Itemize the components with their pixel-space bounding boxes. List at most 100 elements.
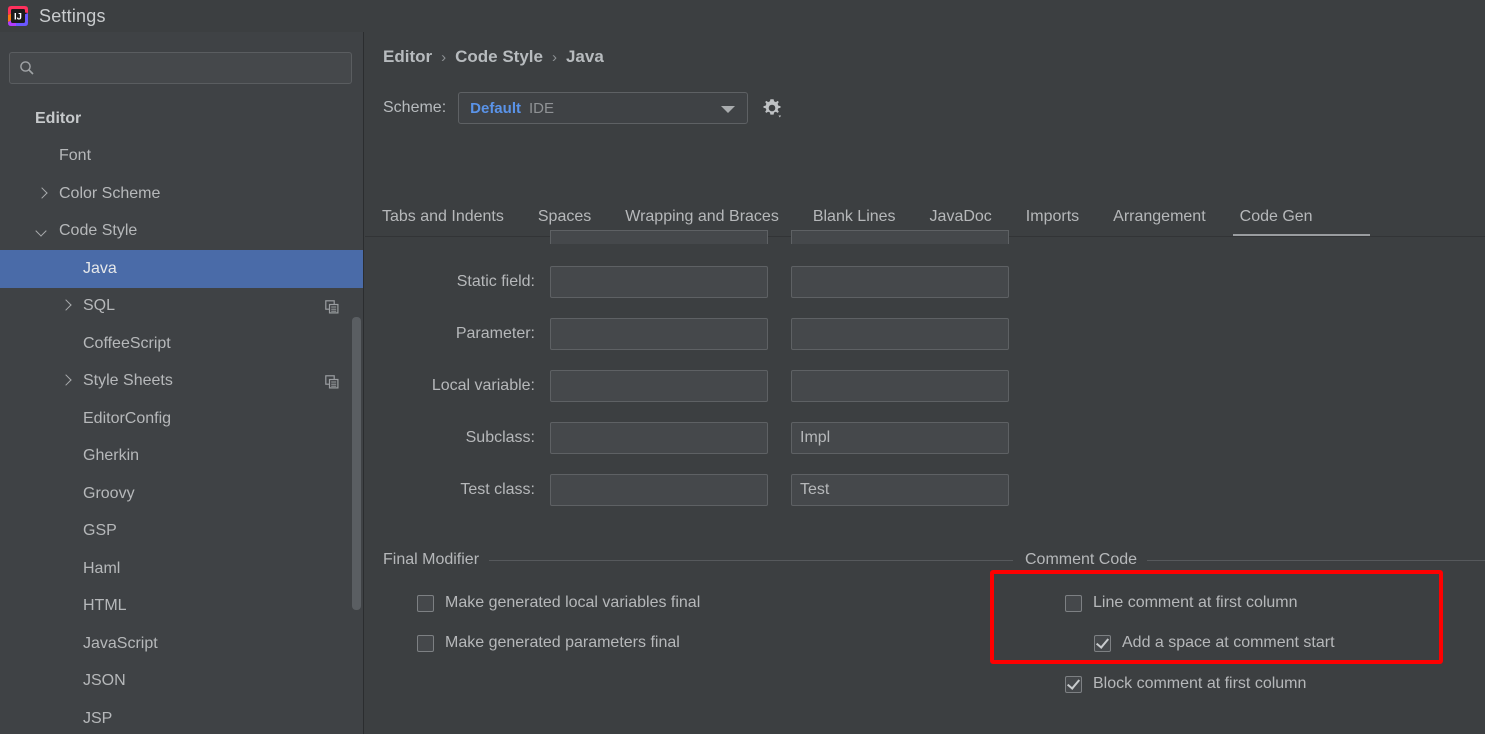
scheme-label: Scheme: — [383, 99, 447, 116]
prefix-input[interactable] — [550, 474, 768, 506]
svg-text:IJ: IJ — [14, 12, 22, 23]
sidebar-scrollbar-thumb[interactable] — [352, 317, 361, 610]
checkbox-make-generated-parameters-final[interactable]: Make generated parameters final — [417, 634, 680, 652]
checkbox-indicator[interactable] — [1065, 675, 1082, 693]
checkbox-make-generated-local-variables-final[interactable]: Make generated local variables final — [417, 594, 700, 612]
checkbox-line-comment-at-first-column[interactable]: Line comment at first column — [1065, 594, 1298, 612]
field-label: Parameter: — [455, 325, 535, 342]
checkbox-indicator[interactable] — [417, 634, 434, 652]
sidebar-item-groovy[interactable]: Groovy — [0, 475, 363, 513]
sidebar-item-html[interactable]: HTML — [0, 588, 363, 626]
prefix-input[interactable] — [550, 422, 768, 454]
field-label: Subclass: — [465, 429, 535, 446]
sidebar-item-jsp[interactable]: JSP — [0, 700, 363, 734]
sidebar-item-haml[interactable]: Haml — [0, 550, 363, 588]
copy-scheme-icon[interactable] — [325, 299, 339, 314]
prefix-input[interactable] — [550, 370, 768, 402]
scheme-name: Default — [470, 99, 521, 117]
copy-scheme-icon[interactable] — [325, 374, 339, 389]
tab-code-gen[interactable]: Code Gen — [1223, 197, 1370, 236]
window-title: Settings — [39, 5, 106, 26]
suffix-input[interactable] — [791, 422, 1009, 454]
checkbox-add-a-space-at-comment-start[interactable]: Add a space at comment start — [1094, 634, 1335, 652]
field-label: Local variable: — [431, 377, 535, 394]
chevron-down-icon[interactable] — [721, 106, 736, 113]
sidebar-item-label: Haml — [83, 559, 121, 577]
group-divider-line — [489, 559, 1013, 561]
sidebar-item-style-sheets[interactable]: Style Sheets — [0, 363, 363, 401]
sidebar-item-editor[interactable]: Editor — [0, 100, 363, 138]
sidebar-item-sql[interactable]: SQL — [0, 288, 363, 326]
sidebar-item-label: Color Scheme — [59, 184, 161, 202]
checkbox-block-comment-at-first-column[interactable]: Block comment at first column — [1065, 675, 1306, 693]
sidebar-item-label: Gherkin — [83, 447, 140, 465]
sidebar-item-color-scheme[interactable]: Color Scheme — [0, 175, 363, 213]
suffix-input[interactable] — [791, 266, 1009, 298]
sidebar-item-label: JavaScript — [83, 634, 158, 652]
sidebar-item-coffeescript[interactable]: CoffeeScript — [0, 325, 363, 363]
scheme-scope: IDE — [528, 99, 554, 117]
sidebar-item-label: SQL — [83, 297, 116, 315]
suffix-input[interactable] — [791, 370, 1009, 402]
field-row: Parameter: — [365, 308, 1025, 360]
group-divider-line — [1147, 559, 1485, 561]
checkbox-indicator[interactable] — [1094, 634, 1111, 652]
search-icon — [19, 60, 35, 76]
checkbox-indicator[interactable] — [1065, 594, 1082, 612]
chevron-right-icon[interactable] — [60, 375, 72, 387]
gear-icon[interactable] — [760, 96, 784, 120]
sidebar-item-gherkin[interactable]: Gherkin — [0, 438, 363, 476]
breadcrumb-item-code-style[interactable]: Code Style — [455, 47, 543, 67]
breadcrumb-separator: › — [551, 48, 557, 66]
field-row: Local variable: — [365, 360, 1025, 412]
sidebar-item-editorconfig[interactable]: EditorConfig — [0, 400, 363, 438]
tab-label: Tabs and Indents — [382, 208, 504, 225]
sidebar-item-font[interactable]: Font — [0, 138, 363, 176]
sidebar-item-gsp[interactable]: GSP — [0, 513, 363, 551]
sidebar-item-label: JSP — [83, 709, 113, 727]
chevron-down-icon[interactable] — [36, 225, 48, 237]
sidebar-item-code-style[interactable]: Code Style — [0, 213, 363, 251]
sidebar-item-label: Code Style — [59, 222, 138, 240]
breadcrumb-item-java[interactable]: Java — [566, 47, 604, 67]
comment-code-group-header: Comment Code — [1025, 551, 1485, 569]
sidebar-item-label: GSP — [83, 522, 117, 540]
chevron-right-icon[interactable] — [60, 300, 72, 312]
clipped-suffix-input[interactable] — [791, 230, 1009, 244]
sidebar-item-label: Java — [83, 259, 117, 277]
search-input[interactable] — [35, 54, 351, 82]
checkbox-label: Add a space at comment start — [1122, 634, 1335, 651]
scheme-combobox[interactable]: Default IDE — [458, 92, 749, 124]
sidebar-item-label: JSON — [83, 672, 126, 690]
chevron-right-icon[interactable] — [36, 188, 48, 200]
suffix-input[interactable] — [791, 318, 1009, 350]
prefix-input[interactable] — [550, 318, 768, 350]
tab-imports[interactable]: Imports — [1009, 197, 1096, 236]
suffix-input[interactable] — [791, 474, 1009, 506]
final-modifier-title: Final Modifier — [383, 551, 480, 568]
tab-label: Imports — [1025, 208, 1080, 225]
field-label: Test class: — [460, 481, 535, 498]
field-row: Subclass: — [365, 412, 1025, 464]
tab-arrangement[interactable]: Arrangement — [1096, 197, 1223, 236]
tab-label: Arrangement — [1113, 208, 1206, 225]
sidebar-item-label: Groovy — [83, 484, 135, 502]
breadcrumb-item-editor[interactable]: Editor — [383, 47, 432, 67]
checkbox-indicator[interactable] — [417, 594, 434, 612]
code-generation-form: Static field: Parameter: Local variable: Su… — [365, 230, 1485, 734]
sidebar-item-javascript[interactable]: JavaScript — [0, 625, 363, 663]
title-bar: IJ Settings — [0, 0, 1485, 32]
sidebar-item-json[interactable]: JSON — [0, 663, 363, 701]
sidebar-item-label: Font — [59, 147, 92, 165]
breadcrumb-separator: › — [441, 48, 447, 66]
final-modifier-group-header: Final Modifier — [383, 551, 1013, 569]
tab-label: JavaDoc — [929, 208, 992, 225]
tab-tabs-and-indents[interactable]: Tabs and Indents — [365, 197, 521, 236]
sidebar-item-java[interactable]: Java — [0, 250, 363, 288]
search-field[interactable] — [9, 52, 352, 84]
